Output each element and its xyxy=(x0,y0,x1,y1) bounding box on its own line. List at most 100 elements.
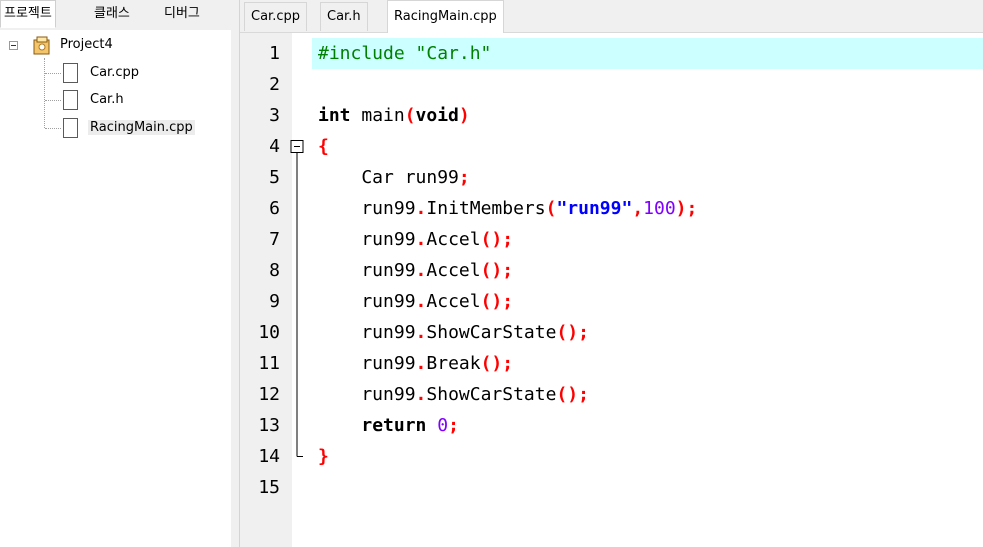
code-token: ); xyxy=(675,198,698,219)
project-panel: 프로젝트 클래스 디버그 Project4 Car.cpp Car.h Raci… xyxy=(0,0,231,547)
code-text-area: #include "Car.h" xyxy=(312,38,983,69)
line-number: 8 xyxy=(269,260,280,281)
panel-splitter[interactable] xyxy=(231,0,240,547)
code-token: . xyxy=(415,229,427,250)
code-token: ) xyxy=(458,105,470,126)
tab-project[interactable]: 프로젝트 xyxy=(0,0,56,28)
code-text-area: run99.ShowCarState(); xyxy=(312,317,983,348)
file-label: Car.cpp xyxy=(90,65,139,80)
tab-class[interactable]: 클래스 xyxy=(90,0,134,28)
code-line[interactable]: 11 run99.Break(); xyxy=(240,348,983,379)
line-number: 13 xyxy=(258,415,280,436)
file-icon xyxy=(63,63,78,83)
code-token: (); xyxy=(556,322,589,343)
code-token: InitMembers xyxy=(426,198,546,219)
code-text: Car run99; xyxy=(318,162,470,193)
code-text: return 0; xyxy=(318,410,459,441)
code-line[interactable]: 4{ xyxy=(240,131,983,162)
code-line[interactable]: 9 run99.Accel(); xyxy=(240,286,983,317)
code-token: ; xyxy=(458,167,470,188)
code-token: run99 xyxy=(318,384,416,405)
code-text-area: run99.Accel(); xyxy=(312,286,983,317)
code-text-area: run99.ShowCarState(); xyxy=(312,379,983,410)
tab-car-h[interactable]: Car.h xyxy=(320,2,368,31)
code-token: { xyxy=(318,136,329,157)
code-line[interactable]: 2 xyxy=(240,69,983,100)
code-token: . xyxy=(415,353,427,374)
code-line[interactable]: 10 run99.ShowCarState(); xyxy=(240,317,983,348)
code-line[interactable]: 15 xyxy=(240,472,983,503)
code-token: (); xyxy=(556,384,589,405)
code-line[interactable]: 5 Car run99; xyxy=(240,162,983,193)
code-token: return xyxy=(361,415,427,436)
code-text-area: Car run99; xyxy=(312,162,983,193)
code-text-area: run99.Accel(); xyxy=(312,255,983,286)
project-name: Project4 xyxy=(60,37,113,52)
tree-line xyxy=(44,58,45,128)
code-token: run99 xyxy=(318,322,416,343)
line-number: 15 xyxy=(258,477,280,498)
file-icon xyxy=(63,90,78,110)
code-token: run99 xyxy=(318,260,416,281)
code-line[interactable]: 6 run99.InitMembers("run99",100); xyxy=(240,193,983,224)
project-node[interactable]: Project4 xyxy=(60,34,113,56)
code-token: (); xyxy=(480,260,514,281)
code-token: Car run99 xyxy=(318,167,459,188)
code-token: (); xyxy=(480,353,514,374)
code-line[interactable]: 7 run99.Accel(); xyxy=(240,224,983,255)
code-token: 0 xyxy=(437,415,449,436)
file-label: RacingMain.cpp xyxy=(88,120,195,135)
code-token: run99 xyxy=(318,353,416,374)
code-token: Break xyxy=(426,353,481,374)
code-text: run99.InitMembers("run99",100); xyxy=(318,193,697,224)
code-token: , xyxy=(632,198,644,219)
code-line[interactable]: 3 int main(void) xyxy=(240,100,983,131)
code-text-area: } xyxy=(312,441,983,472)
code-text-area: run99.InitMembers("run99",100); xyxy=(312,193,983,224)
line-number: 3 xyxy=(269,105,280,126)
code-token: 100 xyxy=(643,198,676,219)
code-token: ShowCarState xyxy=(426,322,557,343)
code-text: run99.ShowCarState(); xyxy=(318,379,589,410)
code-line[interactable]: 1 #include "Car.h" xyxy=(240,38,983,69)
code-text-area xyxy=(312,69,983,100)
code-token: ( xyxy=(545,198,557,219)
line-number: 5 xyxy=(269,167,280,188)
code-token: Accel xyxy=(426,291,481,312)
code-line[interactable]: 13 return 0; xyxy=(240,410,983,441)
line-number: 4 xyxy=(269,136,280,157)
tree-file-racingmain-cpp[interactable]: RacingMain.cpp xyxy=(88,117,195,139)
tab-racingmain-cpp[interactable]: RacingMain.cpp xyxy=(387,0,504,33)
code-text: int main(void) xyxy=(318,100,470,131)
tree-file-car-cpp[interactable]: Car.cpp xyxy=(90,62,139,84)
code-token: run99 xyxy=(318,229,416,250)
code-text: run99.ShowCarState(); xyxy=(318,317,589,348)
code-token: (); xyxy=(480,291,514,312)
tab-debug[interactable]: 디버그 xyxy=(160,0,204,28)
code-token: ; xyxy=(448,415,459,436)
code-token: . xyxy=(415,322,427,343)
file-label: Car.h xyxy=(90,92,124,107)
line-number: 2 xyxy=(269,74,280,95)
code-text: #include "Car.h" xyxy=(318,38,491,69)
code-editor[interactable]: 1 #include "Car.h" 2 3 int main(void) 4{5 Car… xyxy=(240,33,983,547)
tab-car-cpp[interactable]: Car.cpp xyxy=(244,2,307,31)
line-number: 6 xyxy=(269,198,280,219)
tree-file-car-h[interactable]: Car.h xyxy=(90,89,124,111)
file-icon xyxy=(63,118,78,138)
code-token: int xyxy=(318,105,351,126)
code-token: } xyxy=(318,446,329,467)
code-line[interactable]: 8 run99.Accel(); xyxy=(240,255,983,286)
collapse-toggle-icon[interactable] xyxy=(9,41,18,50)
code-line[interactable]: 12 run99.ShowCarState(); xyxy=(240,379,983,410)
panel-tab-bar: 프로젝트 클래스 디버그 xyxy=(0,0,231,30)
line-number: 14 xyxy=(258,446,280,467)
code-text: run99.Accel(); xyxy=(318,286,513,317)
code-token: . xyxy=(415,291,427,312)
code-line[interactable]: 14} xyxy=(240,441,983,472)
code-text-area: return 0; xyxy=(312,410,983,441)
code-token: . xyxy=(415,198,427,219)
code-text-area: { xyxy=(312,131,983,162)
code-token: . xyxy=(415,384,427,405)
